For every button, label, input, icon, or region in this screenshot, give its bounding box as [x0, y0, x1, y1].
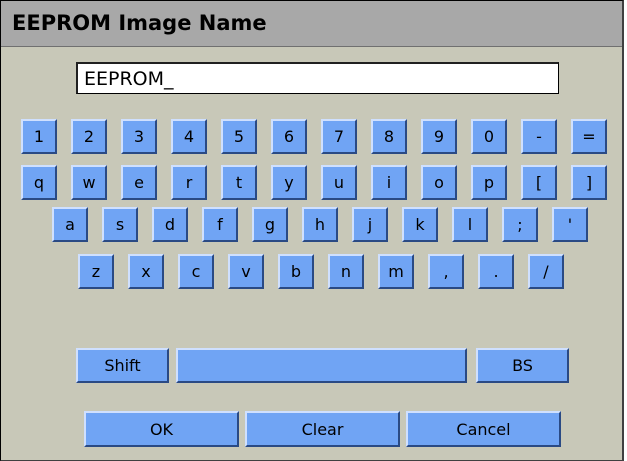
key-7[interactable]: 7: [321, 119, 357, 154]
key-8[interactable]: 8: [371, 119, 407, 154]
key-1[interactable]: 1: [21, 119, 57, 154]
ok-button[interactable]: OK: [84, 411, 239, 447]
key-m[interactable]: m: [378, 254, 414, 289]
key-v[interactable]: v: [228, 254, 264, 289]
key-left-bracket[interactable]: [: [521, 165, 557, 200]
key-f[interactable]: f: [202, 207, 238, 242]
key-o[interactable]: o: [421, 165, 457, 200]
key-period[interactable]: .: [478, 254, 514, 289]
key-y[interactable]: y: [271, 165, 307, 200]
key-r[interactable]: r: [171, 165, 207, 200]
clear-button[interactable]: Clear: [245, 411, 400, 447]
key-e[interactable]: e: [121, 165, 157, 200]
key-b[interactable]: b: [278, 254, 314, 289]
key-x[interactable]: x: [128, 254, 164, 289]
key-t[interactable]: t: [221, 165, 257, 200]
key-n[interactable]: n: [328, 254, 364, 289]
key-q[interactable]: q: [21, 165, 57, 200]
key-u[interactable]: u: [321, 165, 357, 200]
key-equals[interactable]: =: [571, 119, 607, 154]
key-j[interactable]: j: [352, 207, 388, 242]
key-semicolon[interactable]: ;: [502, 207, 538, 242]
key-slash[interactable]: /: [528, 254, 564, 289]
key-s[interactable]: s: [102, 207, 138, 242]
image-name-input[interactable]: EEPROM_: [76, 62, 559, 94]
key-g[interactable]: g: [252, 207, 288, 242]
key-2[interactable]: 2: [71, 119, 107, 154]
key-z[interactable]: z: [78, 254, 114, 289]
key-0[interactable]: 0: [471, 119, 507, 154]
shift-button[interactable]: Shift: [76, 348, 169, 383]
key-minus[interactable]: -: [521, 119, 557, 154]
eeprom-name-dialog: EEPROM Image Name EEPROM_ 1 2 3 4 5 6 7 …: [0, 0, 624, 461]
key-i[interactable]: i: [371, 165, 407, 200]
key-9[interactable]: 9: [421, 119, 457, 154]
key-d[interactable]: d: [152, 207, 188, 242]
key-h[interactable]: h: [302, 207, 338, 242]
key-right-bracket[interactable]: ]: [571, 165, 607, 200]
key-a[interactable]: a: [52, 207, 88, 242]
key-apostrophe[interactable]: ': [552, 207, 588, 242]
key-comma[interactable]: ,: [428, 254, 464, 289]
key-3[interactable]: 3: [121, 119, 157, 154]
key-w[interactable]: w: [71, 165, 107, 200]
key-l[interactable]: l: [452, 207, 488, 242]
key-c[interactable]: c: [178, 254, 214, 289]
cancel-button[interactable]: Cancel: [406, 411, 561, 447]
key-4[interactable]: 4: [171, 119, 207, 154]
space-bar[interactable]: [176, 348, 467, 383]
backspace-button[interactable]: BS: [476, 348, 569, 383]
key-5[interactable]: 5: [221, 119, 257, 154]
key-6[interactable]: 6: [271, 119, 307, 154]
key-p[interactable]: p: [471, 165, 507, 200]
key-k[interactable]: k: [402, 207, 438, 242]
dialog-title: EEPROM Image Name: [12, 11, 267, 35]
title-bar: EEPROM Image Name: [1, 1, 622, 47]
